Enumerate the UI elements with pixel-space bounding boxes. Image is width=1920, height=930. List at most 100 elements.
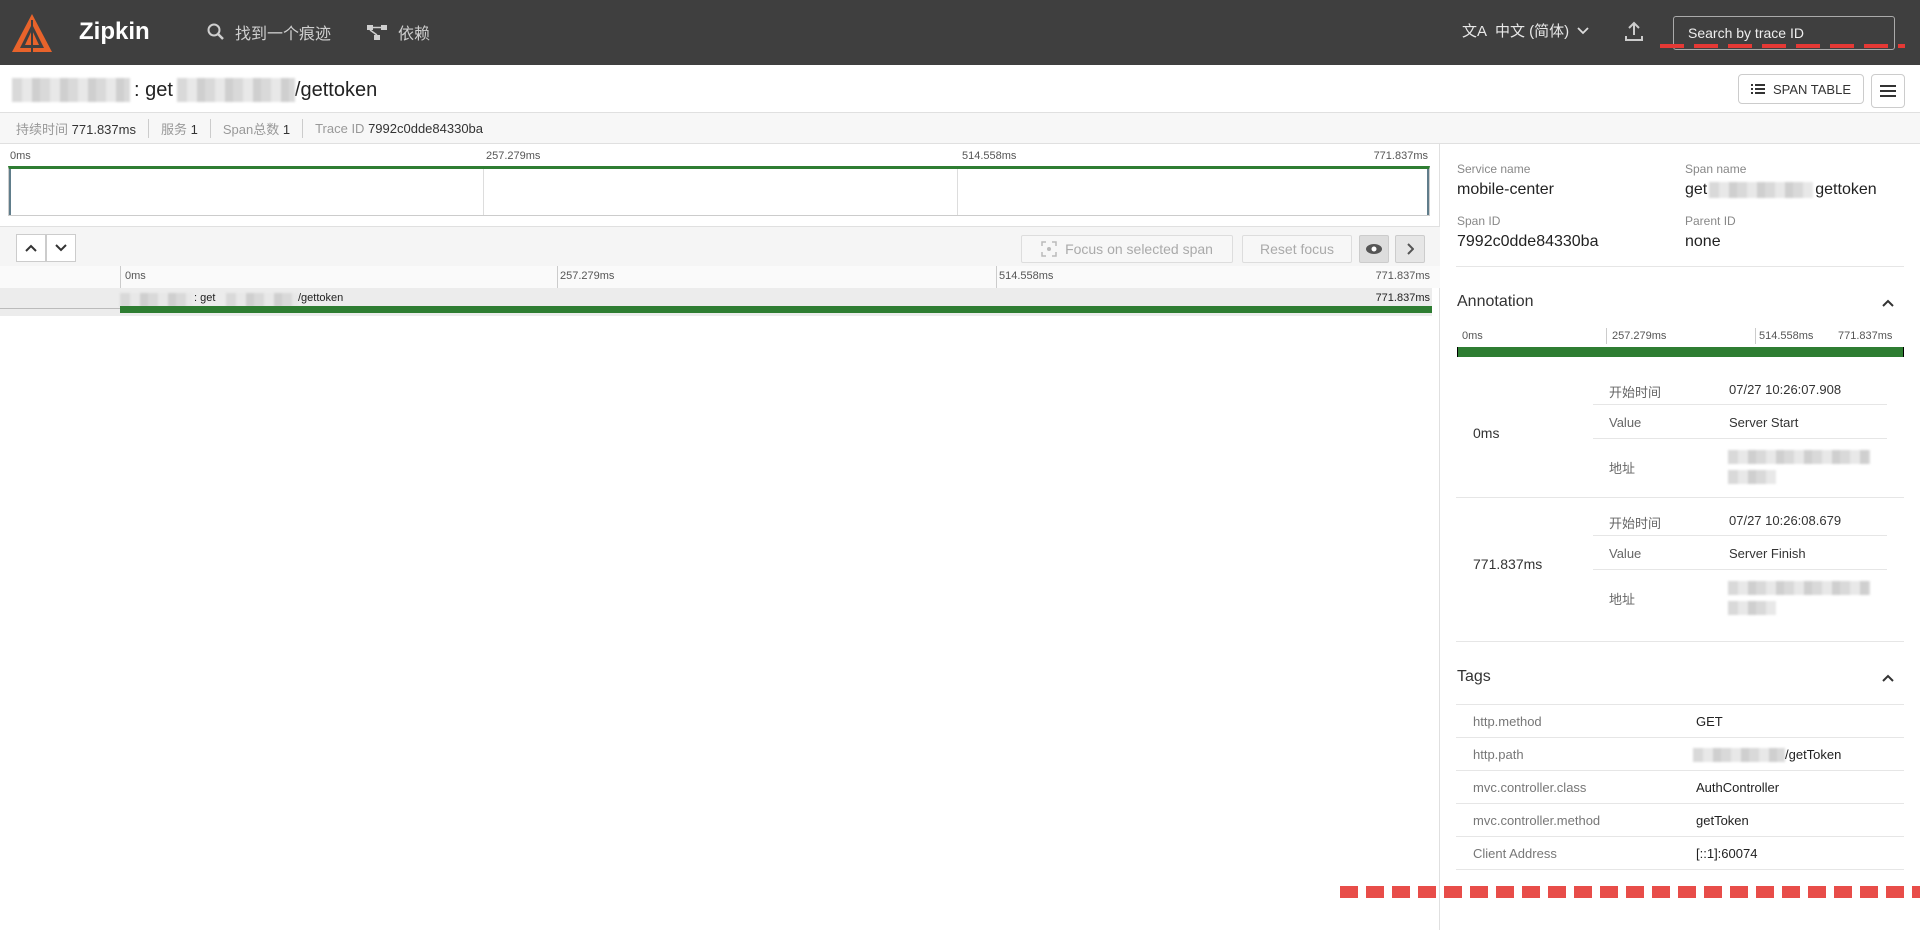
annotation-address-label: 地址 <box>1609 592 1636 607</box>
redacted-address <box>1728 581 1870 595</box>
hamburger-icon <box>1880 85 1896 97</box>
reset-focus-label: Reset focus <box>1260 241 1334 257</box>
span-table-label: SPAN TABLE <box>1772 81 1852 97</box>
annotation-time: 0ms <box>1473 425 1500 441</box>
span-id-value: 7992c0dde84330ba <box>1457 233 1599 250</box>
summary-duration: 持续时间 771.837ms <box>16 118 149 138</box>
chevron-right-icon <box>1407 243 1414 255</box>
redacted-address <box>1728 470 1776 484</box>
parent-id-value: none <box>1685 233 1721 250</box>
tag-key: http.method <box>1473 714 1542 729</box>
tags-section-title[interactable]: Tags <box>1457 668 1491 686</box>
service-name-label: Service name <box>1457 162 1531 176</box>
service-name-value: mobile-center <box>1457 181 1554 198</box>
ruler-tick: 257.279ms <box>560 270 615 282</box>
annotation-tick: 257.279ms <box>1612 330 1667 342</box>
open-detail-button[interactable] <box>1395 235 1425 263</box>
tag-value: AuthController <box>1696 780 1780 795</box>
annotation-time: 771.837ms <box>1473 556 1543 572</box>
annotation-start-value: 07/27 10:26:07.908 <box>1729 382 1842 397</box>
chevron-down-icon <box>1577 26 1589 34</box>
minimap-tick: 514.558ms <box>962 150 1017 162</box>
chevron-up-icon[interactable] <box>1880 295 1896 311</box>
trace-title: : get /gettoken <box>12 78 377 102</box>
focus-selected-span-label: Focus on selected span <box>1065 241 1213 257</box>
ruler-tick: 0ms <box>125 270 146 282</box>
dependencies-icon <box>367 25 387 40</box>
tag-key: Client Address <box>1473 846 1557 861</box>
trace-title-method: : get <box>134 78 173 101</box>
chevron-up-icon[interactable] <box>1880 670 1896 686</box>
tag-value: getToken <box>1696 813 1749 828</box>
annotation-address-label: 地址 <box>1609 461 1636 476</box>
parent-id-label: Parent ID <box>1685 214 1736 228</box>
annotation-start-value: 07/27 10:26:08.679 <box>1729 513 1842 528</box>
language-label: 中文 (简体) <box>1495 23 1570 40</box>
chevron-down-icon <box>55 244 67 252</box>
redacted-address <box>1728 601 1776 615</box>
span-id-label: Span ID <box>1457 214 1501 228</box>
span-name-value: get gettoken <box>1685 181 1877 198</box>
focus-icon <box>1041 241 1057 257</box>
span-timeline-ruler: 0ms 257.279ms 514.558ms 771.837ms <box>0 266 1440 288</box>
reset-focus-button[interactable]: Reset focus <box>1242 235 1352 263</box>
eye-icon <box>1366 244 1382 254</box>
nav-find-trace[interactable]: 找到一个痕迹 <box>207 20 331 44</box>
minimap-tick: 0ms <box>10 150 31 162</box>
language-selector[interactable]: 文A 中文 (简体) <box>1462 20 1589 41</box>
tag-value: GET <box>1696 714 1723 729</box>
span-duration-bar[interactable] <box>120 306 1432 313</box>
expand-down-button[interactable] <box>46 234 76 262</box>
tag-key: http.path <box>1473 747 1524 762</box>
nav-find-trace-label: 找到一个痕迹 <box>235 26 332 43</box>
redacted-service <box>12 78 130 102</box>
upload-json-icon[interactable] <box>1622 20 1646 44</box>
red-annotation-mark <box>1660 44 1905 48</box>
span-row-path: /gettoken <box>298 292 344 304</box>
span-row-duration: 771.837ms <box>1375 292 1430 304</box>
ruler-tick: 514.558ms <box>999 270 1054 282</box>
expand-up-button[interactable] <box>16 234 46 262</box>
summary-spans: Span总数 1 <box>223 118 304 138</box>
translate-icon: 文A <box>1462 23 1488 40</box>
nav-dependencies[interactable]: 依赖 <box>366 20 430 44</box>
tag-key: mvc.controller.class <box>1473 780 1587 795</box>
red-annotation-mark <box>1340 886 1920 898</box>
menu-button[interactable] <box>1871 74 1905 108</box>
chevron-up-icon <box>25 244 37 252</box>
nav-dependencies-label: 依赖 <box>398 26 431 43</box>
redacted-address <box>1728 450 1870 464</box>
redacted-span-service <box>120 293 192 307</box>
brand-name[interactable]: Zipkin <box>79 18 150 46</box>
annotation-value: Server Finish <box>1729 546 1806 561</box>
tag-value: /getToken <box>1785 747 1842 762</box>
annotation-tick: 0ms <box>1462 330 1483 342</box>
annotation-section-title[interactable]: Annotation <box>1457 293 1534 311</box>
zipkin-logo[interactable] <box>10 12 54 56</box>
annotation-tick: 514.558ms <box>1759 330 1814 342</box>
span-table-button[interactable]: SPAN TABLE <box>1738 74 1864 104</box>
summary-services: 服务 1 <box>161 118 211 138</box>
redacted-path <box>1693 748 1785 762</box>
annotation-start-label: 开始时间 <box>1609 516 1662 531</box>
tag-value: [::1]:60074 <box>1696 846 1758 861</box>
trace-minimap[interactable]: 0ms 257.279ms 514.558ms 771.837ms <box>8 144 1430 218</box>
top-navbar: Zipkin 找到一个痕迹 依赖 文A 中文 (简体) <box>0 0 1920 65</box>
redacted-path <box>176 78 295 102</box>
summary-trace-id: Trace ID 7992c0dde84330ba <box>315 120 484 136</box>
trace-summary: 持续时间 771.837ms 服务 1 Span总数 1 Trace ID 79… <box>0 113 1920 144</box>
annotation-timeline-bar <box>1457 347 1904 357</box>
list-icon <box>1750 84 1765 94</box>
focus-selected-span-button[interactable]: Focus on selected span <box>1021 235 1233 263</box>
annotation-value-label: Value <box>1609 546 1642 561</box>
annotation-value: Server Start <box>1729 415 1799 430</box>
minimap-viewport[interactable] <box>8 166 1430 216</box>
span-row-method: : get <box>194 292 216 304</box>
span-name-label: Span name <box>1685 162 1747 176</box>
redacted-span-path <box>226 293 298 307</box>
ruler-tick: 771.837ms <box>1375 270 1430 282</box>
annotation-start-label: 开始时间 <box>1609 385 1662 400</box>
toggle-visibility-button[interactable] <box>1359 235 1389 263</box>
trace-title-bar: : get /gettoken <box>0 65 1920 113</box>
annotation-value-label: Value <box>1609 415 1642 430</box>
